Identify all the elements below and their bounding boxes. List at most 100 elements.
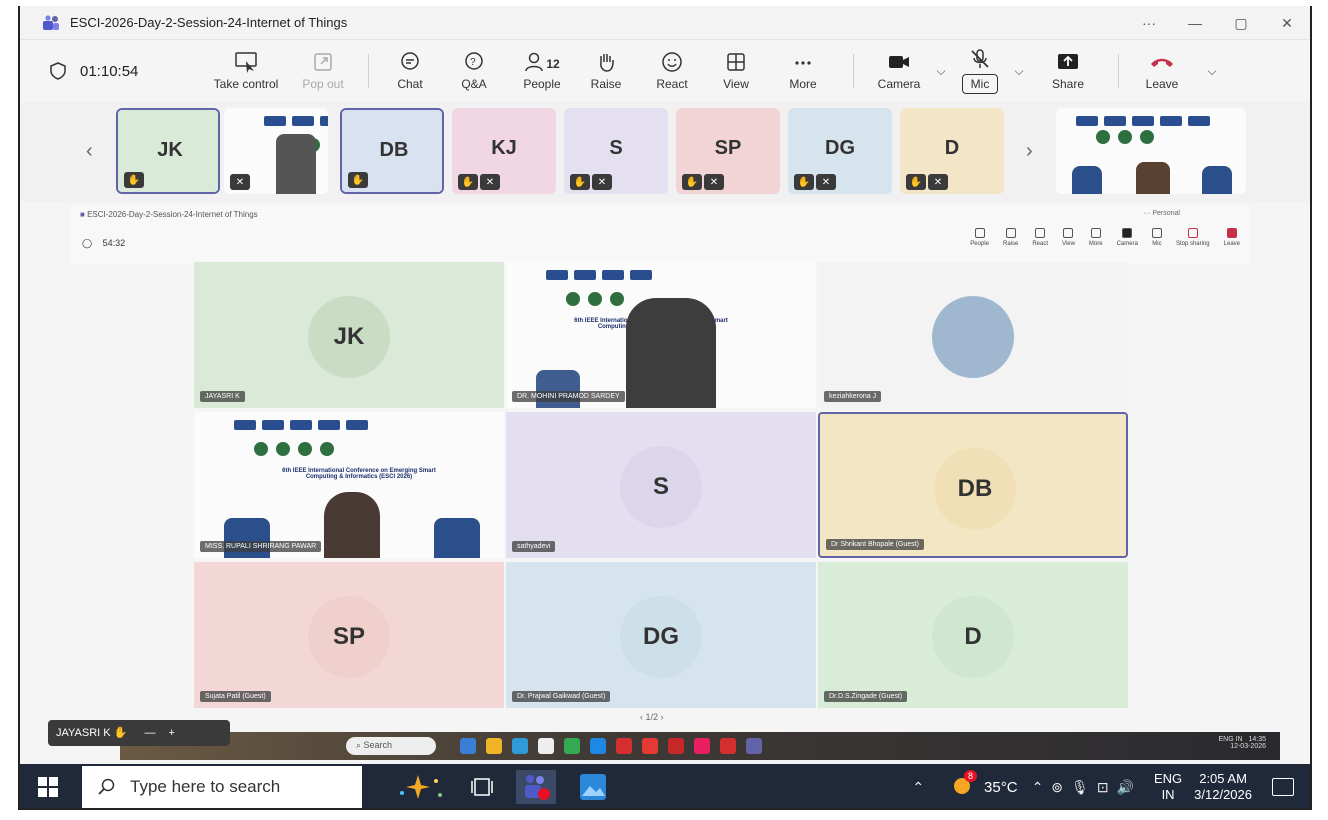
chat-button[interactable]: Chat [383, 43, 437, 99]
participant-thumb[interactable]: DG ✋ ✕ [788, 108, 892, 194]
mic-muted-icon: ✕ [928, 174, 948, 190]
mic-options-chevron-icon[interactable]: ⌵ [1008, 64, 1030, 79]
participant-tile[interactable]: DG Dr. Prajwal Gaikwad (Guest) [506, 562, 816, 708]
leave-options-chevron-icon[interactable]: ⌵ [1201, 64, 1223, 79]
task-view-icon[interactable] [470, 775, 494, 799]
participant-name: Dr. Prajwal Gaikwad (Guest) [512, 691, 611, 702]
take-control-button[interactable]: Take control [200, 43, 292, 99]
inner-window-title: ■ ESCI-2026-Day-2-Session-24-Internet of… [80, 210, 258, 219]
presenter-chip[interactable]: JAYASRI K ✋ — + [48, 720, 230, 746]
inner-leave-button: Leave [1224, 228, 1240, 247]
tray-overflow-chevron-icon[interactable]: ⌃ [912, 779, 924, 796]
hand-icon: ✋ [906, 174, 926, 190]
participant-tile[interactable]: DB Dr Shrikant Bhopale (Guest) [818, 412, 1128, 558]
toolbar-divider [1118, 54, 1119, 88]
take-control-icon [235, 52, 257, 73]
mic-icon [1151, 228, 1162, 238]
camera-icon [889, 56, 909, 68]
camera-options-chevron-icon[interactable]: ⌵ [930, 64, 952, 79]
inner-stop-sharing-button: Stop sharing [1176, 228, 1210, 247]
shared-content-thumb[interactable] [1056, 108, 1246, 194]
participant-tile[interactable]: JK JAYASRI K [194, 262, 504, 408]
leave-button[interactable]: Leave [1131, 43, 1193, 99]
maximize-button[interactable]: ▢ [1218, 15, 1264, 32]
app-icon [668, 738, 684, 754]
participant-tile[interactable]: S sathyadevi [506, 412, 816, 558]
zoom-out-button[interactable]: — [144, 727, 155, 739]
camera-button[interactable]: Camera [868, 43, 930, 99]
view-button[interactable]: View [705, 43, 767, 99]
weather-badge: 8 [964, 769, 978, 782]
minimize-button[interactable]: — [1172, 15, 1218, 31]
close-button[interactable]: ✕ [1264, 15, 1310, 32]
network-icon[interactable]: ⊡ [1097, 779, 1109, 796]
participant-name: Sujata Patil (Guest) [200, 691, 271, 702]
people-button[interactable]: 12 People [511, 43, 573, 99]
participant-tile[interactable]: D Dr.D.S.Zingade (Guest) [818, 562, 1128, 708]
zoom-in-button[interactable]: + [169, 727, 175, 739]
avatar: SP [700, 120, 756, 176]
onedrive-icon[interactable]: ⊚ [1051, 779, 1063, 796]
participant-thumb[interactable]: KJ ✋ ✕ [452, 108, 556, 194]
gallery-pager[interactable]: ‹ 1/2 › [640, 712, 664, 722]
participant-thumb[interactable]: DB ✋ [340, 108, 444, 194]
chrome-icon [564, 738, 580, 754]
app-icon [512, 738, 528, 754]
timer-text: 01:10:54 [80, 62, 139, 80]
avatar: DG [620, 596, 702, 678]
grid-view-icon [1063, 228, 1074, 238]
avatar: DB [934, 448, 1016, 530]
avatar: JK [308, 296, 390, 378]
avatar: D [932, 596, 1014, 678]
inner-taskbar: ⌕ Search ENG IN 14:35 12-03-2026 [120, 732, 1280, 760]
participant-thumb[interactable]: JK ✋ [116, 108, 220, 194]
inner-clock: ENG IN 14:35 12-03-2026 [1218, 736, 1267, 750]
mic-muted-icon: ✕ [704, 174, 724, 190]
mic-button[interactable]: Mic [952, 43, 1008, 99]
participant-tile-video[interactable]: 6th IEEE International Conference on Eme… [194, 412, 504, 558]
teams-icon[interactable] [516, 770, 556, 804]
volume-icon[interactable]: 🔊 [1117, 779, 1134, 796]
more-button[interactable]: More [767, 43, 839, 99]
system-clock[interactable]: 2:05 AM 3/12/2026 [1194, 771, 1252, 803]
participant-thumb[interactable]: S ✋ ✕ [564, 108, 668, 194]
hand-icon: ✋ [794, 174, 814, 190]
strip-prev-arrow-icon[interactable]: ‹ [86, 140, 93, 163]
participant-thumb[interactable]: D ✋ ✕ [900, 108, 1004, 194]
start-button[interactable] [38, 777, 58, 797]
qa-button[interactable]: ? Q&A [437, 43, 511, 99]
participant-thumb[interactable]: SP ✋ ✕ [676, 108, 780, 194]
pop-out-button[interactable]: Pop out [292, 43, 354, 99]
folder-icon [486, 738, 502, 754]
strip-next-arrow-icon[interactable]: › [1026, 140, 1033, 163]
profile-photo-avatar [932, 296, 1014, 378]
participant-tile-video[interactable]: 6th IEEE International Conference on Eme… [506, 262, 816, 408]
raise-hand-icon [1005, 228, 1016, 238]
weather-temperature[interactable]: 35°C [984, 779, 1018, 796]
photos-icon[interactable] [578, 772, 608, 802]
hand-icon: ✋ [113, 727, 128, 739]
notification-center-icon[interactable] [1272, 778, 1294, 796]
more-dots-icon [1090, 228, 1101, 238]
participant-thumb-video[interactable]: ✕ [224, 108, 328, 194]
chevron-up-icon[interactable]: ⌃ [1032, 779, 1044, 796]
taskbar-search-box[interactable]: Type here to search [82, 766, 362, 808]
language-indicator[interactable]: ENG IN [1154, 771, 1182, 803]
more-options-button[interactable]: ··· [1126, 15, 1172, 31]
mic-muted-icon: ✕ [816, 174, 836, 190]
app-icon [694, 738, 710, 754]
teams-window: ESCI-2026-Day-2-Session-24-Internet of T… [18, 6, 1312, 810]
search-icon [98, 778, 115, 795]
weather-icon[interactable]: 8 [952, 769, 978, 801]
inner-taskbar-apps [460, 738, 762, 754]
participant-tile[interactable]: keziahkerona J [818, 262, 1128, 408]
microphone-icon[interactable]: 🎙 [1071, 779, 1089, 796]
raise-hand-button[interactable]: Raise [573, 43, 639, 99]
inner-more-button: More [1089, 228, 1103, 247]
participant-tile[interactable]: SP Sujata Patil (Guest) [194, 562, 504, 708]
share-button[interactable]: Share [1030, 43, 1106, 99]
app-icon [616, 738, 632, 754]
copilot-sparkle-icon[interactable] [392, 771, 448, 803]
inner-view-button: View [1062, 228, 1075, 247]
react-button[interactable]: React [639, 43, 705, 99]
